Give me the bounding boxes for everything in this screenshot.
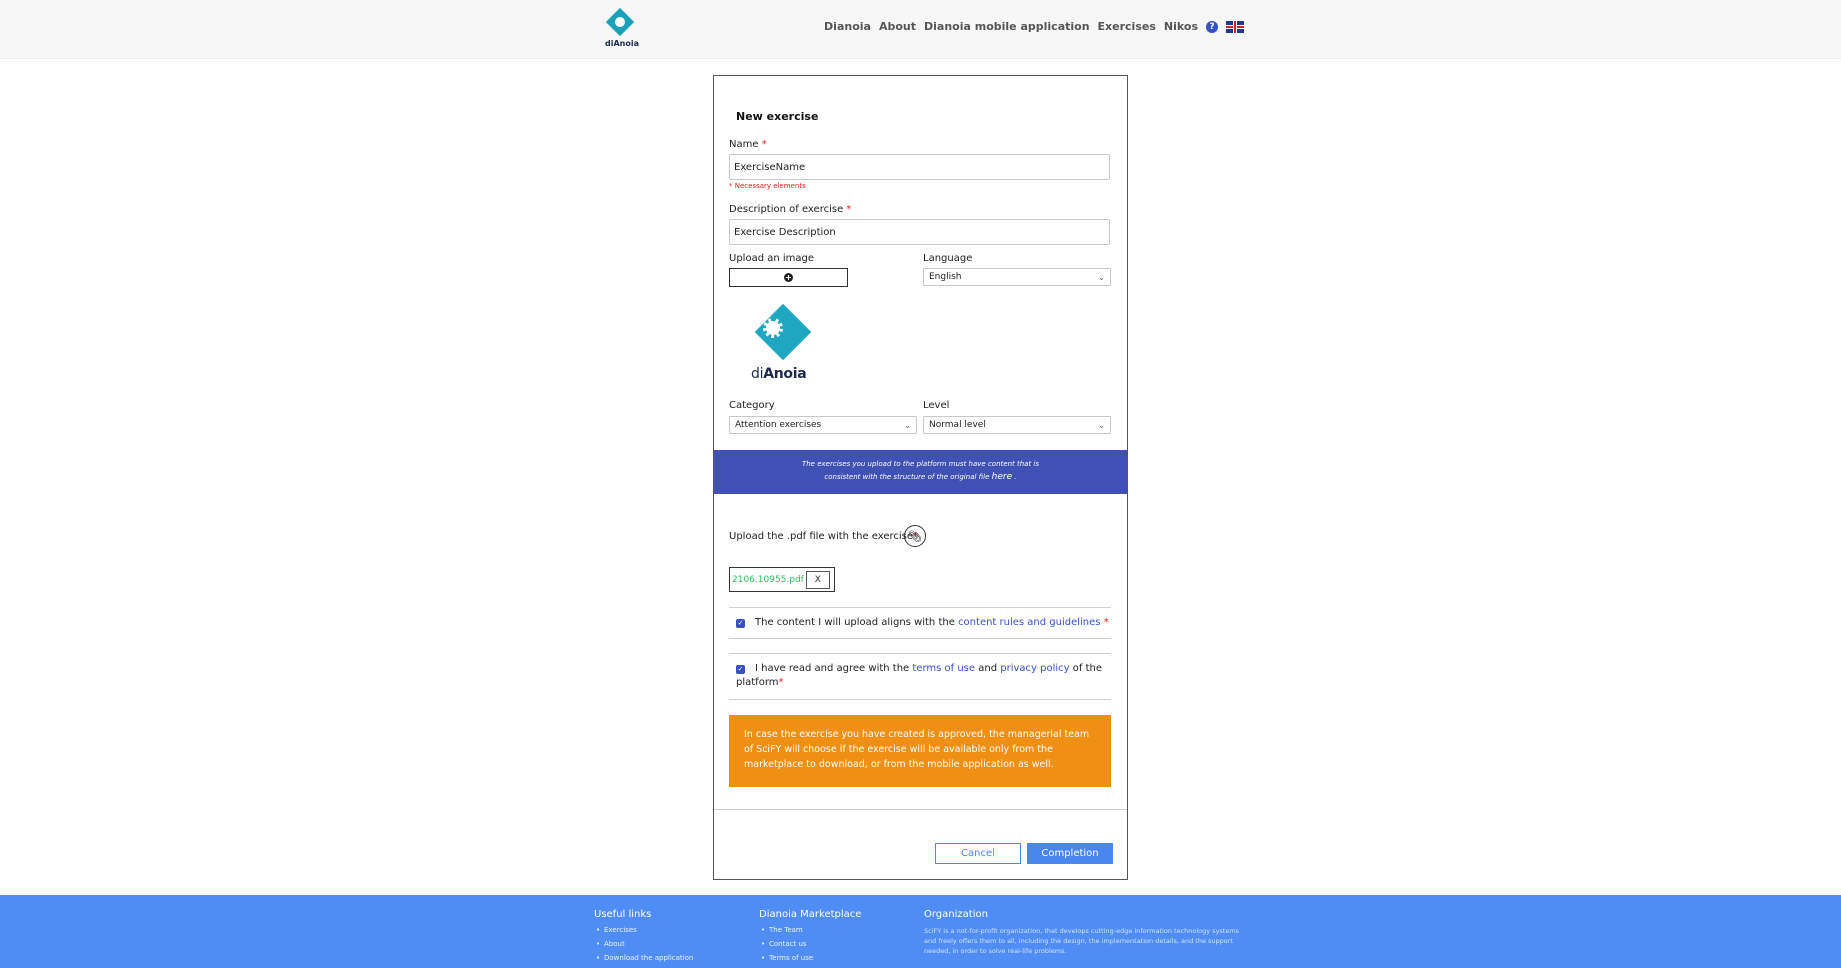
divider xyxy=(729,607,1111,608)
footer-link-team[interactable]: The Team xyxy=(761,926,861,934)
description-label: Description of exercise * xyxy=(729,204,852,215)
terms-checkbox[interactable]: ✓ xyxy=(736,665,745,674)
cancel-button[interactable]: Cancel xyxy=(935,843,1021,864)
upload-image-button[interactable]: + xyxy=(729,268,848,287)
category-select[interactable]: Attention exercises ⌄ xyxy=(729,416,917,434)
plus-circle-icon: + xyxy=(784,273,793,282)
terms-of-use-link[interactable]: terms of use xyxy=(912,663,975,674)
chevron-down-icon: ⌄ xyxy=(904,420,911,430)
divider xyxy=(729,653,1111,654)
divider xyxy=(729,638,1111,639)
footer-marketplace: Dianoia Marketplace The Team Contact us … xyxy=(759,909,861,968)
footer-organization: Organization SciFY is a not-for-profit o… xyxy=(924,909,1244,956)
new-exercise-card: New exercise Name * ExerciseName * Neces… xyxy=(713,75,1128,880)
approval-notice: In case the exercise you have created is… xyxy=(729,715,1111,787)
completion-button[interactable]: Completion xyxy=(1027,843,1113,864)
category-label: Category xyxy=(729,400,775,411)
file-name[interactable]: 2106.10955.pdf xyxy=(732,575,804,585)
footer-link-exercises[interactable]: Exercises xyxy=(596,926,693,934)
remove-file-button[interactable]: X xyxy=(805,570,830,589)
nav-mobile-app[interactable]: Dianoia mobile application xyxy=(924,20,1090,33)
form-title: New exercise xyxy=(736,110,819,123)
name-label: Name * xyxy=(729,139,767,150)
upload-image-label: Upload an image xyxy=(729,253,815,264)
nav-dianoia[interactable]: Dianoia xyxy=(824,20,871,33)
footer-link-about[interactable]: About xyxy=(596,940,693,948)
divider xyxy=(729,699,1111,700)
pdf-upload-label: Upload the .pdf file with the exercise* xyxy=(729,531,919,542)
uk-flag-icon[interactable] xyxy=(1226,20,1244,33)
footer-col-title: Dianoia Marketplace xyxy=(759,909,862,920)
level-select[interactable]: Normal level ⌄ xyxy=(923,416,1111,434)
content-rules-checkbox[interactable]: ✓ xyxy=(736,619,745,628)
footer-link-terms[interactable]: Terms of use xyxy=(761,954,861,962)
footer-link-download[interactable]: Download the application xyxy=(596,954,693,962)
chevron-down-icon: ⌄ xyxy=(1098,272,1105,282)
uploaded-image-preview: diAnoia xyxy=(744,303,814,386)
logo-text: diAnoia xyxy=(605,39,639,48)
banner-line-2: consistent with the structure of the ori… xyxy=(824,472,1017,482)
organization-description: SciFY is a not-for-profit organization, … xyxy=(924,927,1240,955)
language-label: Language xyxy=(923,253,973,264)
structure-info-banner: The exercises you upload to the platform… xyxy=(714,450,1127,494)
footer-useful-links: Useful links Exercises About Download th… xyxy=(594,909,693,968)
footer: Useful links Exercises About Download th… xyxy=(0,895,1841,968)
help-icon[interactable]: ? xyxy=(1206,20,1218,33)
terms-text-cont: platform* xyxy=(736,677,784,688)
terms-text: I have read and agree with the terms of … xyxy=(755,663,1102,674)
nav-exercises[interactable]: Exercises xyxy=(1098,20,1156,33)
description-input[interactable]: Exercise Description xyxy=(729,219,1110,245)
paperclip-icon: 📎︎ xyxy=(908,529,922,543)
name-input[interactable]: ExerciseName xyxy=(729,154,1110,180)
attach-pdf-button[interactable]: 📎︎ xyxy=(904,525,926,547)
main-nav: Dianoia About Dianoia mobile application… xyxy=(824,20,1244,33)
content-rules-text: The content I will upload aligns with th… xyxy=(755,617,1109,628)
footer-col-title: Organization xyxy=(924,909,988,920)
banner-line-1: The exercises you upload to the platform… xyxy=(801,460,1040,468)
original-file-link[interactable]: here xyxy=(992,472,1012,482)
content-rules-link[interactable]: content rules and guidelines xyxy=(958,617,1100,628)
nav-user[interactable]: Nikos xyxy=(1164,20,1198,33)
top-navbar: diAnoia Dianoia About Dianoia mobile app… xyxy=(0,0,1841,59)
language-select[interactable]: English ⌄ xyxy=(923,268,1111,286)
language-value: English xyxy=(929,272,962,282)
uploaded-file: 2106.10955.pdf X xyxy=(729,567,835,592)
divider xyxy=(714,809,1127,810)
dianoia-logo[interactable]: diAnoia xyxy=(602,7,639,50)
category-value: Attention exercises xyxy=(735,420,822,430)
footer-col-title: Useful links xyxy=(594,909,652,920)
nav-about[interactable]: About xyxy=(879,20,916,33)
footer-link-contact[interactable]: Contact us xyxy=(761,940,861,948)
chevron-down-icon: ⌄ xyxy=(1098,420,1105,430)
privacy-policy-link[interactable]: privacy policy xyxy=(1000,663,1069,674)
level-label: Level xyxy=(923,400,950,411)
level-value: Normal level xyxy=(929,420,986,430)
necessary-error: * Necessary elements xyxy=(729,182,806,190)
